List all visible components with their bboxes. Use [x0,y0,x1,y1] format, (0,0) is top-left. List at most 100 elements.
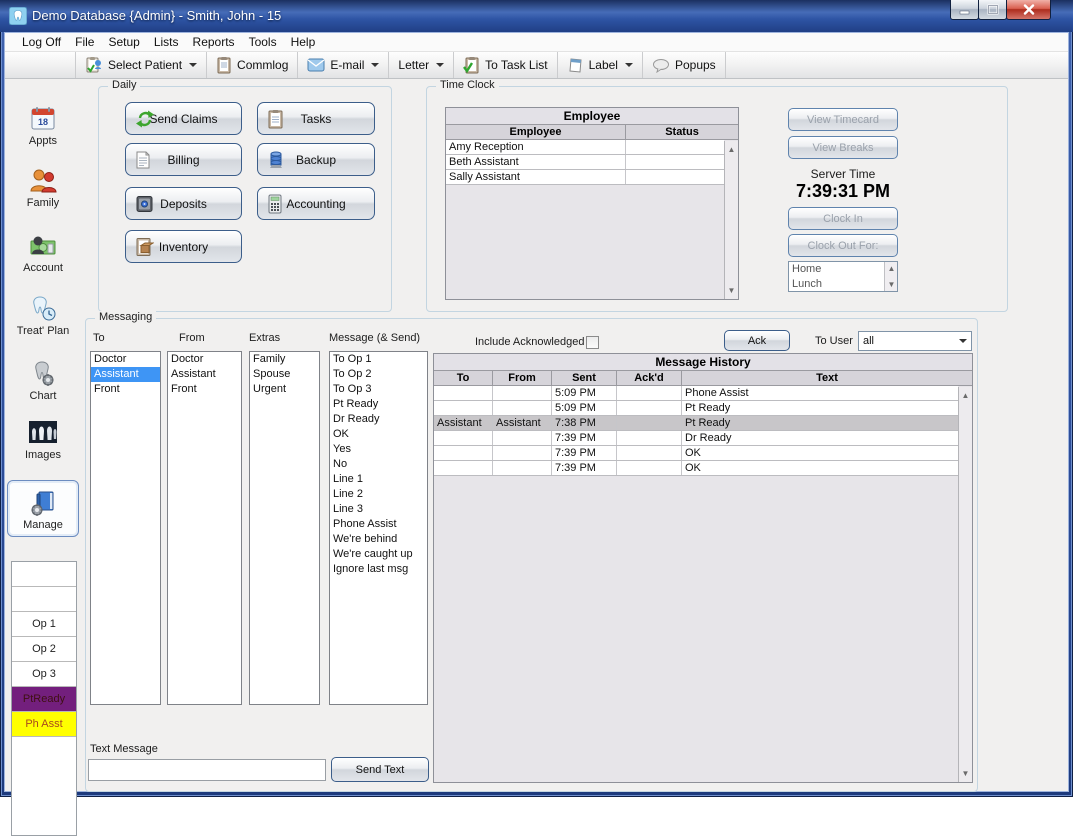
extras-list-item[interactable]: Spouse [250,367,319,382]
select-patient-dropdown-arrow[interactable] [189,63,197,67]
letter-button[interactable]: Letter [389,52,454,78]
scroll-down-icon[interactable]: ▼ [959,767,972,780]
menu-item[interactable]: Tools [242,34,284,50]
message-list-item[interactable]: To Op 1 [330,352,427,367]
operatory-cell[interactable]: Op 2 [12,637,76,662]
text-message-input[interactable] [88,759,326,781]
column-header-to[interactable]: To [434,371,493,385]
message-history-row[interactable]: 5:09 PM Phone Assist [434,386,958,401]
operatory-cell[interactable]: Op 3 [12,662,76,687]
extras-list-item[interactable]: Urgent [250,382,319,397]
sidebar-item-chart[interactable]: Chart [8,360,78,402]
menu-item[interactable]: Setup [101,34,146,50]
employee-grid-scrollbar[interactable]: ▲ ▼ [724,141,738,299]
message-history-scrollbar[interactable]: ▲ ▼ [958,387,972,782]
message-list-item[interactable]: To Op 2 [330,367,427,382]
send-claims-button[interactable]: Send Claims [125,102,242,135]
clock-out-option[interactable]: Home [789,262,897,277]
letter-dropdown-arrow[interactable] [436,63,444,67]
employee-row[interactable]: Amy Reception [446,140,724,155]
message-list-item[interactable]: Yes [330,442,427,457]
clock-out-button[interactable]: Clock Out For: [788,234,898,257]
message-history-row[interactable]: Assistant Assistant 7:38 PM Pt Ready [434,416,958,431]
message-history-row[interactable]: 7:39 PM OK [434,446,958,461]
menu-item[interactable]: Help [284,34,323,50]
extras-listbox[interactable]: FamilySpouseUrgent [249,351,320,705]
message-history-row[interactable]: 7:39 PM Dr Ready [434,431,958,446]
select-patient-button[interactable]: Select Patient [75,52,207,78]
column-header-text[interactable]: Text [682,371,972,385]
operatory-cell[interactable]: Ph Asst [12,712,76,737]
deposits-button[interactable]: Deposits [125,187,242,220]
inventory-button[interactable]: Inventory [125,230,242,263]
sidebar-item-family[interactable]: Family [8,167,78,209]
employee-row[interactable]: Sally Assistant [446,170,724,185]
to-user-dropdown[interactable]: all [858,331,972,351]
message-history-row[interactable]: 7:39 PM OK [434,461,958,476]
operatory-cell[interactable] [12,587,76,612]
column-header-employee[interactable]: Employee [446,125,626,139]
to-listbox[interactable]: DoctorAssistantFront [90,351,161,705]
sidebar-item-account[interactable]: Account [8,232,78,274]
to-task-list-button[interactable]: To Task List [454,52,557,78]
message-list-item[interactable]: OK [330,427,427,442]
operatory-cell[interactable] [12,562,76,587]
tasks-button[interactable]: Tasks [257,102,375,135]
message-history-row[interactable]: 5:09 PM Pt Ready [434,401,958,416]
message-list-item[interactable]: Pt Ready [330,397,427,412]
include-acknowledged-checkbox[interactable] [586,336,599,349]
sidebar-item-images[interactable]: Images [8,419,78,461]
scroll-down-icon[interactable]: ▼ [725,284,738,297]
label-button[interactable]: Label [558,52,643,78]
menu-item[interactable]: Lists [147,34,186,50]
send-text-button[interactable]: Send Text [331,757,429,782]
from-list-item[interactable]: Front [168,382,241,397]
billing-button[interactable]: Billing [125,143,242,176]
commlog-button[interactable]: Commlog [207,52,298,78]
menu-item[interactable]: File [68,34,101,50]
sidebar-item-manage[interactable]: Manage [7,480,79,537]
from-listbox[interactable]: DoctorAssistantFront [167,351,242,705]
ack-button[interactable]: Ack [724,330,790,351]
to-list-item[interactable]: Front [91,382,160,397]
column-header-sent[interactable]: Sent [552,371,617,385]
backup-button[interactable]: Backup [257,143,375,176]
extras-list-item[interactable]: Family [250,352,319,367]
message-list-item[interactable]: Line 1 [330,472,427,487]
scroll-up-icon[interactable]: ▲ [959,389,972,402]
message-list-item[interactable]: Phone Assist [330,517,427,532]
menu-item[interactable]: Reports [186,34,242,50]
column-header-from[interactable]: From [493,371,552,385]
titlebar[interactable]: Demo Database {Admin} - Smith, John - 15 [0,0,1073,32]
sidebar-item-appts[interactable]: 18 Appts [8,105,78,147]
close-button[interactable] [1006,0,1051,20]
scroll-up-icon[interactable]: ▲ [885,262,898,275]
message-list-item[interactable]: Line 2 [330,487,427,502]
message-list-item[interactable]: We're caught up [330,547,427,562]
maximize-button[interactable] [978,0,1007,20]
employee-row[interactable]: Beth Assistant [446,155,724,170]
menu-item[interactable]: Log Off [15,34,68,50]
sidebar-item-treatplan[interactable]: Treat' Plan [8,295,78,337]
message-list-item[interactable]: No [330,457,427,472]
popups-button[interactable]: Popups [643,52,726,78]
from-list-item[interactable]: Doctor [168,352,241,367]
clock-out-options-scrollbar[interactable]: ▲ ▼ [884,262,897,291]
accounting-button[interactable]: Accounting [257,187,375,220]
message-list-item[interactable]: Ignore last msg [330,562,427,577]
minimize-button[interactable] [950,0,979,20]
scroll-up-icon[interactable]: ▲ [725,143,738,156]
email-button[interactable]: E-mail [298,52,389,78]
view-breaks-button[interactable]: View Breaks [788,136,898,159]
email-dropdown-arrow[interactable] [371,63,379,67]
message-list-item[interactable]: We're behind [330,532,427,547]
operatory-cell[interactable]: Op 1 [12,612,76,637]
to-list-item[interactable]: Doctor [91,352,160,367]
column-header-status[interactable]: Status [626,125,738,139]
message-list-item[interactable]: Dr Ready [330,412,427,427]
message-listbox[interactable]: To Op 1To Op 2To Op 3Pt ReadyDr ReadyOKY… [329,351,428,705]
message-list-item[interactable]: Line 3 [330,502,427,517]
from-list-item[interactable]: Assistant [168,367,241,382]
clock-in-button[interactable]: Clock In [788,207,898,230]
label-dropdown-arrow[interactable] [625,63,633,67]
